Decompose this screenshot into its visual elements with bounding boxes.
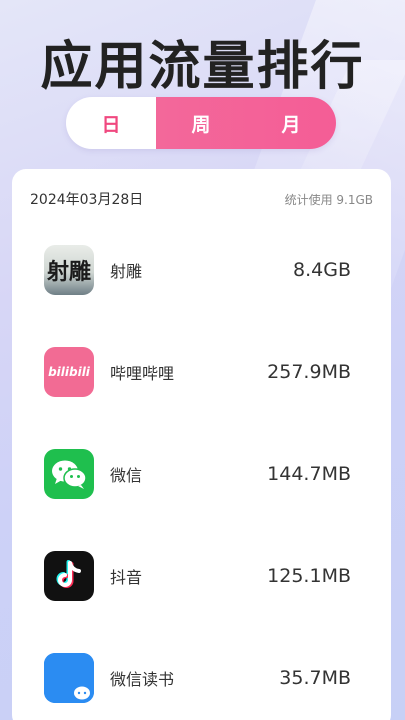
list-item[interactable]: 抖音 125.1MB: [44, 550, 351, 602]
douyin-icon: [44, 551, 94, 601]
app-usage: 257.9MB: [267, 361, 351, 383]
app-usage: 8.4GB: [293, 259, 351, 281]
wechat-icon: [44, 449, 94, 499]
list-item[interactable]: 微信读书 35.7MB: [44, 652, 351, 704]
page-title: 应用流量排行: [40, 37, 365, 97]
shediao-game-icon: 射雕: [44, 245, 94, 295]
tab-month[interactable]: 月: [281, 110, 300, 137]
app-usage: 125.1MB: [267, 565, 351, 587]
app-name: 射雕: [110, 262, 143, 281]
stats-date: 2024年03月28日: [30, 192, 144, 208]
app-usage: 144.7MB: [267, 463, 351, 485]
card-header: 2024年03月28日 统计使用 9.1GB: [30, 189, 373, 209]
period-tabs: 日 周 月: [66, 97, 336, 149]
bilibili-icon: bilibili: [44, 347, 94, 397]
app-name: 哔哩哔哩: [110, 364, 175, 383]
app-usage: 35.7MB: [279, 667, 351, 689]
tab-week[interactable]: 周: [191, 110, 210, 137]
app-name: 微信: [110, 466, 143, 485]
tab-day[interactable]: 日: [66, 97, 156, 149]
app-name: 抖音: [110, 568, 143, 587]
tab-group: 周 月: [156, 97, 336, 149]
wechat-read-icon: [44, 653, 94, 703]
ranking-card: 2024年03月28日 统计使用 9.1GB 射雕 射雕 8.4GB bilib…: [12, 169, 391, 720]
list-item[interactable]: 射雕 射雕 8.4GB: [44, 244, 351, 296]
app-name: 微信读书: [110, 670, 175, 689]
total-usage: 统计使用 9.1GB: [284, 192, 373, 207]
list-item[interactable]: bilibili 哔哩哔哩 257.9MB: [44, 346, 351, 398]
list-item[interactable]: 微信 144.7MB: [44, 448, 351, 500]
